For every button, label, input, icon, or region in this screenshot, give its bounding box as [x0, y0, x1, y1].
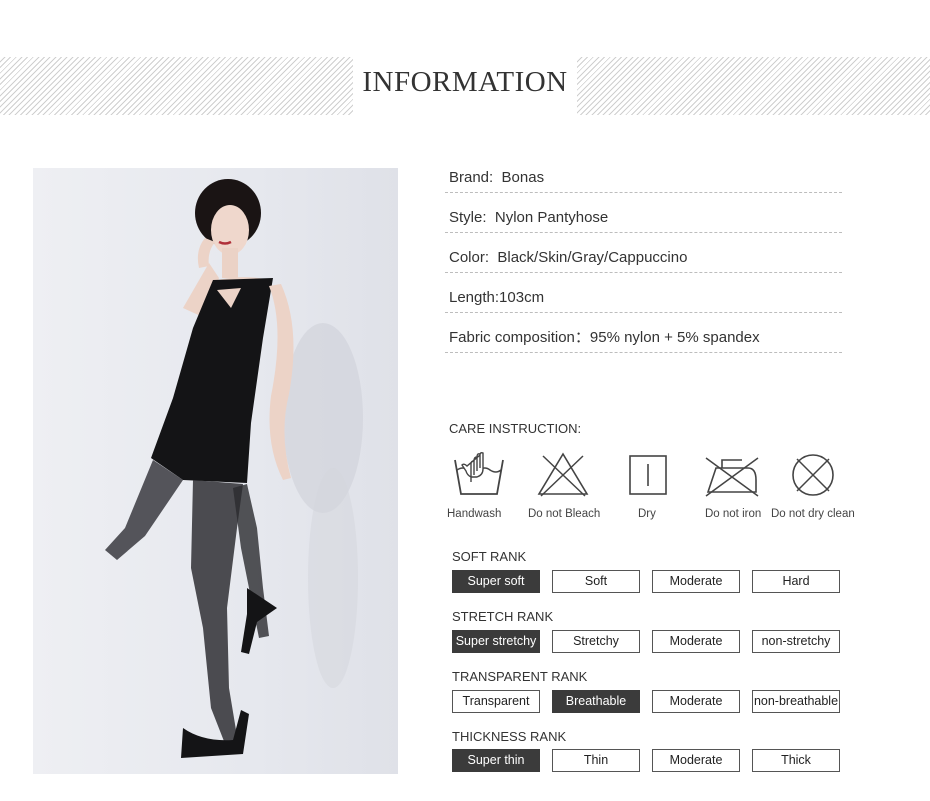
care-iron [690, 450, 774, 500]
transparent-rank-title: TRANSPARENT RANK [452, 669, 588, 684]
thickness-rank-option[interactable]: Moderate [652, 749, 740, 772]
spec-length: Length:103cm [445, 273, 842, 313]
stretch-rank-title: STRETCH RANK [452, 609, 554, 624]
spec-value: Bonas [501, 169, 545, 186]
thickness-rank-option[interactable]: Thin [552, 749, 640, 772]
spec-brand: Brand: Bonas [445, 153, 842, 193]
soft-rank-option[interactable]: Super soft [452, 570, 540, 593]
do-not-dry-clean-icon [792, 454, 834, 496]
care-bleach [521, 450, 605, 500]
product-photo [33, 168, 398, 774]
spec-label: Length: [449, 289, 500, 306]
care-dryclean [771, 450, 855, 500]
thickness-rank-title: THICKNESS RANK [452, 729, 567, 744]
soft-rank-option[interactable]: Moderate [652, 570, 740, 593]
soft-rank-option[interactable]: Hard [752, 570, 840, 593]
spec-label: Fabric composition： [449, 329, 590, 346]
soft-rank-title: SOFT RANK [452, 549, 527, 564]
do-not-iron-icon [705, 457, 759, 497]
spec-label: Color: [449, 249, 490, 266]
care-label-handwash: Handwash [447, 508, 502, 520]
care-title: CARE INSTRUCTION: [449, 421, 582, 436]
care-label-dry: Dry [638, 508, 656, 520]
spec-style: Style: Nylon Pantyhose [445, 193, 842, 233]
soft-rank-option[interactable]: Soft [552, 570, 640, 593]
transparent-rank-option[interactable]: Breathable [552, 690, 640, 713]
spec-label: Style: [449, 209, 487, 226]
thickness-rank-option[interactable]: Super thin [452, 749, 540, 772]
care-handwash [437, 450, 521, 500]
stretch-rank-option[interactable]: Stretchy [552, 630, 640, 653]
transparent-rank-option[interactable]: Transparent [452, 690, 540, 713]
stretch-rank-option[interactable]: non-stretchy [752, 630, 840, 653]
spec-value: Nylon Pantyhose [494, 209, 609, 226]
spec-value: Black/Skin/Gray/Cappuccino [497, 249, 688, 266]
do-not-bleach-icon [537, 452, 589, 497]
spec-value: 95% nylon + 5% spandex [589, 329, 760, 346]
thickness-rank-option[interactable]: Thick [752, 749, 840, 772]
transparent-rank-option[interactable]: non-breathable [752, 690, 840, 713]
transparent-rank-option[interactable]: Moderate [652, 690, 740, 713]
stretch-rank-option[interactable]: Moderate [652, 630, 740, 653]
header-hatch-right [577, 57, 930, 115]
spec-label: Brand: [449, 169, 494, 186]
header-hatch-left [0, 57, 353, 115]
care-label-iron: Do not iron [705, 508, 762, 520]
section-title: INFORMATION [362, 66, 568, 98]
care-label-dryclean: Do not dry clean [771, 508, 855, 520]
spec-fabric: Fabric composition：95% nylon + 5% spande… [445, 313, 842, 353]
handwash-icon [454, 452, 504, 495]
spec-color: Color: Black/Skin/Gray/Cappuccino [445, 233, 842, 273]
care-label-bleach: Do not Bleach [528, 508, 601, 520]
stretch-rank-option[interactable]: Super stretchy [452, 630, 540, 653]
care-dry [606, 450, 690, 500]
model-illustration [105, 179, 363, 758]
dry-icon [629, 455, 667, 495]
spec-value: 103cm [499, 289, 545, 306]
